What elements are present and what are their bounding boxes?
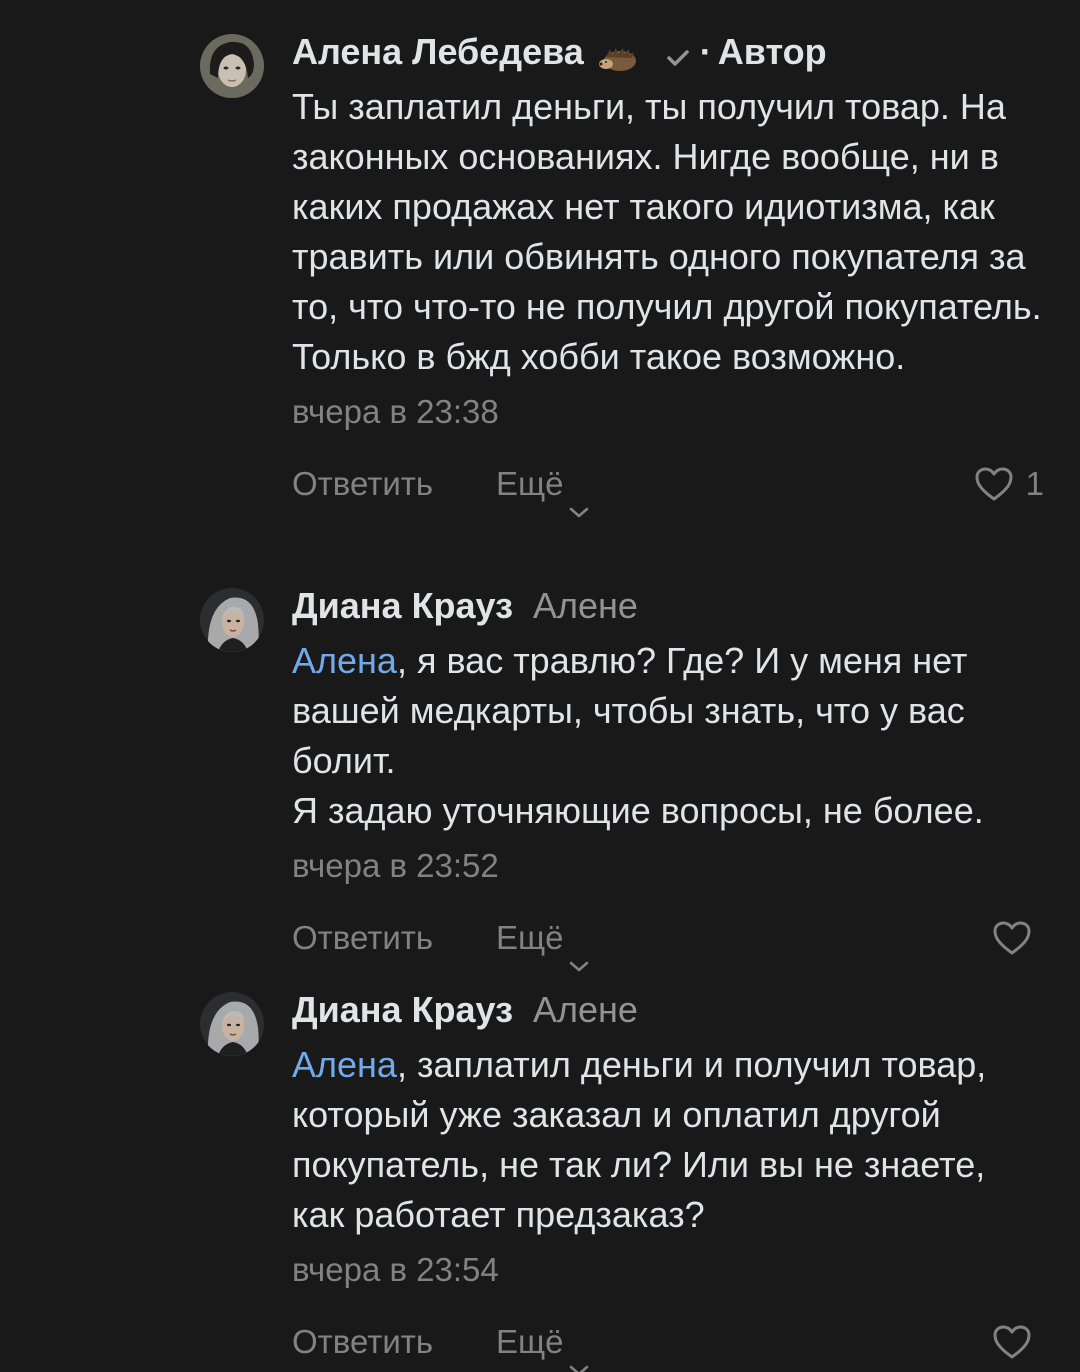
more-button[interactable]: Ещё xyxy=(496,454,590,518)
check-icon xyxy=(664,38,692,66)
comment-time[interactable]: вчера в 23:38 xyxy=(292,392,1044,432)
chevron-down-icon xyxy=(568,933,590,972)
reply-button[interactable]: Ответить xyxy=(292,454,433,514)
heart-icon xyxy=(992,1324,1032,1360)
separator: · xyxy=(699,31,712,72)
more-label: Ещё xyxy=(496,465,564,502)
like-button[interactable] xyxy=(992,1312,1044,1372)
heart-icon xyxy=(992,920,1032,956)
reply-button[interactable]: Ответить xyxy=(292,908,433,968)
avatar[interactable] xyxy=(200,34,264,98)
comment-time[interactable]: вчера в 23:52 xyxy=(292,846,1044,886)
mention-link[interactable]: Алена xyxy=(292,1044,397,1085)
chevron-down-icon xyxy=(568,1337,590,1372)
reply-button[interactable]: Ответить xyxy=(292,1312,433,1372)
heart-icon xyxy=(974,466,1014,502)
more-button[interactable]: Ещё xyxy=(496,1312,590,1372)
comment-text: Ты заплатил деньги, ты получил товар. На… xyxy=(292,86,1042,377)
author-name[interactable]: Диана Крауз xyxy=(292,988,513,1032)
comment-text: Алена, заплатил деньги и получил товар, … xyxy=(292,1040,1044,1240)
like-count: 1 xyxy=(1025,465,1044,502)
reply-to[interactable]: Алене xyxy=(533,584,638,628)
author-name[interactable]: Диана Крауз xyxy=(292,584,513,628)
comment-header: Диана Крауз Алене xyxy=(292,584,1044,628)
comment-actions: Ответить Ещё xyxy=(292,1312,1044,1372)
comment-text: Алена, я вас травлю? Где? И у меня нет в… xyxy=(292,636,1044,836)
more-label: Ещё xyxy=(496,1323,564,1360)
avatar[interactable] xyxy=(200,992,264,1056)
comment-header: Алена Лебедева · Автор xyxy=(292,30,1044,74)
comment-body: , заплатил деньги и получил товар, котор… xyxy=(292,1044,987,1235)
comment-time[interactable]: вчера в 23:54 xyxy=(292,1250,1044,1290)
avatar[interactable] xyxy=(200,588,264,652)
reply-to[interactable]: Алене xyxy=(533,988,638,1032)
comment-actions: Ответить Ещё xyxy=(292,908,1044,972)
author-name[interactable]: Алена Лебедева xyxy=(292,30,584,74)
more-label: Ещё xyxy=(496,919,564,956)
comment-actions: Ответить Ещё 1 xyxy=(292,454,1044,518)
mention-link[interactable]: Алена xyxy=(292,640,397,681)
like-button[interactable]: 1 xyxy=(974,454,1044,514)
chevron-down-icon xyxy=(568,479,590,518)
more-button[interactable]: Ещё xyxy=(496,908,590,972)
hedgehog-icon xyxy=(598,39,638,71)
comment-header: Диана Крауз Алене xyxy=(292,988,1044,1032)
author-badge: Автор xyxy=(717,31,827,72)
like-button[interactable] xyxy=(992,908,1044,968)
